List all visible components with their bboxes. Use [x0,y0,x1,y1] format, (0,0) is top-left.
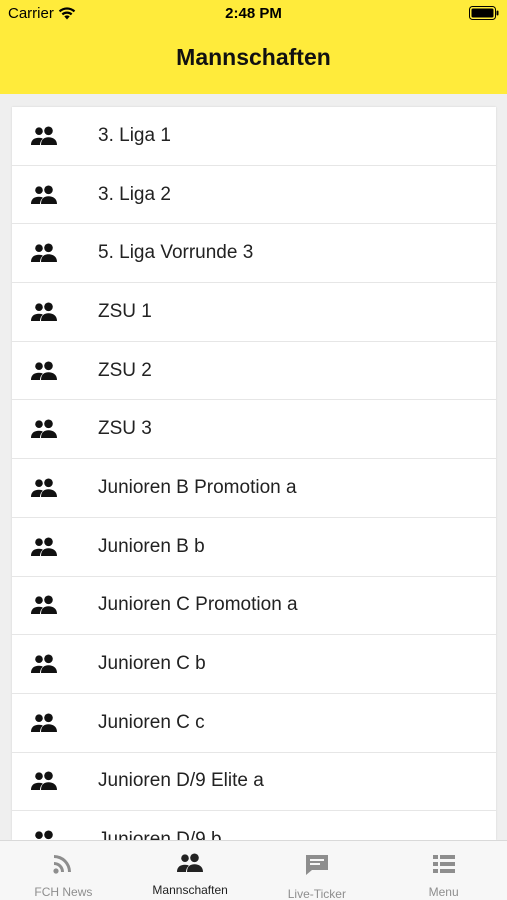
page-title: Mannschaften [176,44,331,70]
people-icon [12,654,98,674]
people-icon [12,243,98,263]
people-icon [12,361,98,381]
team-row[interactable]: Junioren D/9 b [12,811,496,840]
team-label: Junioren B Promotion a [98,476,297,498]
team-label: Junioren D/9 Elite a [98,770,264,792]
team-row[interactable]: ZSU 1 [12,283,496,342]
people-icon [12,595,98,615]
status-time: 2:48 PM [225,5,282,22]
tab-label: Mannschaften [152,883,228,897]
team-row[interactable]: Junioren B b [12,518,496,577]
chat-icon [304,853,330,882]
people-icon [12,478,98,498]
tab-fch-news[interactable]: FCH News [0,841,127,900]
team-row[interactable]: ZSU 3 [12,400,496,460]
team-label: Junioren C c [98,711,205,733]
team-label: ZSU 2 [98,359,152,381]
team-row[interactable]: 3. Liga 1 [12,107,496,166]
team-label: Junioren C Promotion a [98,594,298,616]
battery-icon [469,6,499,24]
team-label: ZSU 3 [98,418,152,440]
tab-bar: FCH News Mannschaften Live-Ticker Menu [0,840,507,900]
team-row[interactable]: ZSU 2 [12,342,496,401]
team-label: 3. Liga 1 [98,124,171,146]
team-row[interactable]: Junioren C Promotion a [12,577,496,636]
people-icon [12,185,98,205]
status-bar: Carrier 2:48 PM [0,0,507,28]
team-row[interactable]: 5. Liga Vorrunde 3 [12,224,496,284]
tab-label: FCH News [34,885,93,899]
tab-label: Menu [428,885,459,899]
people-icon [12,302,98,322]
people-icon [12,771,98,791]
people-icon [12,537,98,557]
list-icon [432,853,456,880]
people-icon [12,713,98,733]
team-row[interactable]: Junioren B Promotion a [12,459,496,518]
teams-list[interactable]: 3. Liga 1 3. Liga 2 5. Liga Vorrunde 3 Z… [12,107,496,840]
team-label: 3. Liga 2 [98,183,171,205]
header-bar: Carrier 2:48 PM Mannschaften [0,0,507,94]
team-label: ZSU 1 [98,300,152,322]
tab-menu[interactable]: Menu [380,841,507,900]
team-row[interactable]: Junioren C b [12,635,496,694]
team-row[interactable]: 3. Liga 2 [12,166,496,225]
team-row[interactable]: Junioren C c [12,694,496,753]
people-icon [12,830,98,840]
team-label: Junioren C b [98,653,206,675]
rss-icon [51,853,75,880]
people-icon [176,853,204,878]
team-label: Junioren D/9 b [98,829,222,840]
tab-mannschaften[interactable]: Mannschaften [127,841,254,900]
tab-live-ticker[interactable]: Live-Ticker [254,841,381,900]
people-icon [12,126,98,146]
tab-label: Live-Ticker [287,887,346,900]
team-label: Junioren B b [98,535,205,557]
team-label: 5. Liga Vorrunde 3 [98,242,254,264]
team-row[interactable]: Junioren D/9 Elite a [12,753,496,812]
people-icon [12,419,98,439]
